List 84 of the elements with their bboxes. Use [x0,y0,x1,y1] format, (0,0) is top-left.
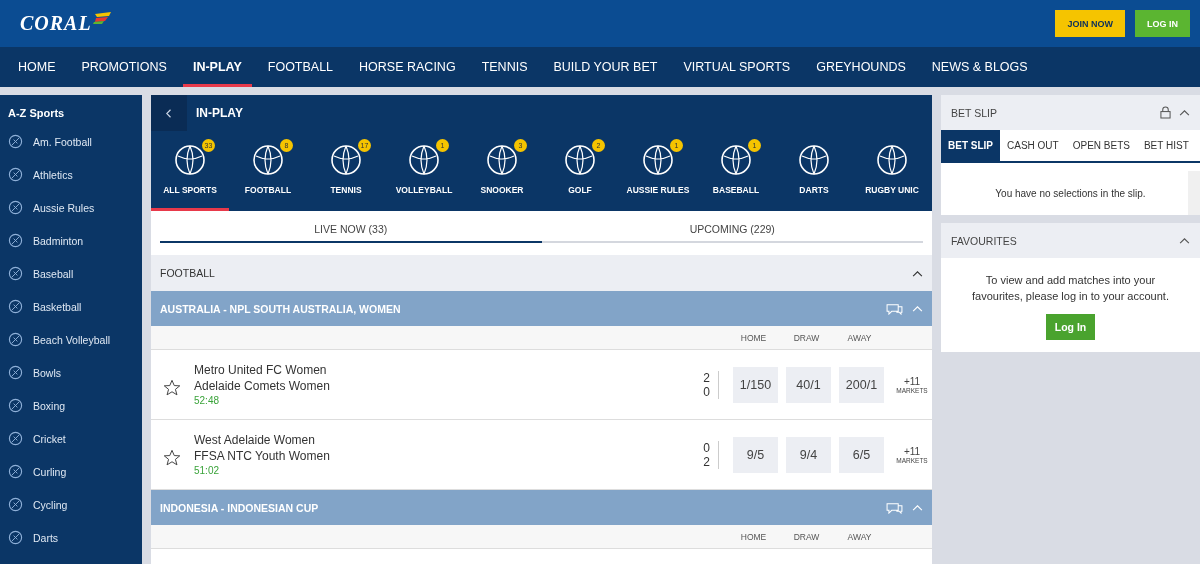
bet-slip-tab[interactable]: OPEN BETS [1065,130,1137,161]
odds-button[interactable]: 40/1 [786,366,831,403]
nav-link[interactable]: IN-PLAY [182,47,252,87]
ball-icon [485,143,519,177]
column-header: AWAY [846,531,873,542]
odds-button[interactable]: 9/5 [733,436,778,473]
nav-link[interactable]: HORSE RACING [349,47,466,87]
sidebar-item[interactable]: Am. Football [0,125,142,158]
ball-icon [875,143,909,177]
scrollbar[interactable] [1188,171,1200,215]
sidebar-item[interactable]: Badminton [0,224,142,257]
sidebar-item[interactable]: Aussie Rules [0,191,142,224]
sport-tab[interactable]: DARTS [775,131,853,211]
column-header: DRAW [792,531,821,542]
odds-button[interactable]: 1/150 [733,366,778,403]
nav-link[interactable]: FOOTBALL [257,47,344,87]
list-tab[interactable]: LIVE NOW (33) [160,219,542,243]
join-now-button[interactable]: JOIN NOW [1055,10,1125,37]
ball-icon [407,143,441,177]
team-name[interactable]: FFSA NTC Youth Women [194,449,704,463]
nav-link[interactable]: BUILD YOUR BET [543,47,668,87]
odds-button[interactable]: 200/1 [839,366,884,403]
ball-icon [251,143,285,177]
league-title: INDONESIA - INDONESIAN CUP [160,501,319,514]
nav-link[interactable]: PROMOTIONS [71,47,177,87]
sidebar-item[interactable]: Baseball [0,257,142,290]
score: 2 [703,370,710,385]
nav-link[interactable]: HOME [8,47,66,87]
collapse-icon[interactable] [1179,237,1190,244]
sidebar-item[interactable]: Bowls [0,356,142,389]
sidebar-item[interactable]: Basketball [0,290,142,323]
nav-link[interactable]: GREYHOUNDS [806,47,916,87]
bet-slip-tab[interactable]: BET HIST [1136,130,1196,161]
star-icon[interactable] [163,448,181,467]
score: 2 [703,454,710,469]
odds-button[interactable]: 9/4 [786,436,831,473]
coral-logo[interactable]: CORAL [20,12,113,35]
favourites-message: To view and add matches into your favourites, please log in to your account. [971,273,1170,304]
league-title: AUSTRALIA - NPL SOUTH AUSTRALIA, WOMEN [160,302,401,315]
lock-icon[interactable] [1160,106,1171,119]
sidebar-item[interactable]: Darts [0,521,142,554]
sidebar-item[interactable]: Cycling [0,488,142,521]
star-icon[interactable] [163,378,181,397]
match-time: 52:48 [194,395,221,406]
ball-icon [719,143,753,177]
nav-link[interactable]: NEWS & BLOGS [921,47,1038,87]
markets-count[interactable]: +11 [903,375,921,387]
sidebar-title: A-Z Sports [7,106,66,121]
sidebar-item[interactable]: Athletics [0,158,142,191]
sidebar-item[interactable]: Boxing [0,389,142,422]
nav-link[interactable]: VIRTUAL SPORTS [673,47,801,87]
list-tab[interactable]: UPCOMING (229) [541,219,923,243]
column-header: DRAW [792,332,821,343]
sport-tab[interactable]: RUGBY UNIC [853,131,931,211]
column-header: HOME [739,332,768,343]
odds-button[interactable]: 6/5 [839,436,884,473]
sidebar-item[interactable]: Cricket [0,422,142,455]
ball-icon [563,143,597,177]
ball-icon [797,143,831,177]
match-time: 51:02 [194,465,221,476]
nav-link[interactable]: TENNIS [471,47,538,87]
bet-slip-tab[interactable]: BET SLIP [941,130,1000,161]
collapse-icon[interactable] [1179,109,1190,116]
ball-icon [641,143,675,177]
bet-slip-tab[interactable]: CASH OUT [1000,130,1066,161]
chevron-left-icon [166,108,172,118]
score: 0 [703,440,710,455]
panel-title: BET SLIP [951,106,997,119]
section-title: FOOTBALL [160,267,215,279]
collapse-icon[interactable] [912,269,923,277]
team-name[interactable]: West Adelaide Women [194,433,704,447]
team-name[interactable]: Adelaide Comets Women [194,379,704,393]
ball-icon [329,143,363,177]
empty-message: You have no selections in the slip. [995,187,1146,199]
sidebar-item[interactable]: Curling [0,455,142,488]
panel-title: FAVOURITES [951,234,1017,247]
column-header: AWAY [846,332,873,343]
ball-icon [173,143,207,177]
sidebar-item[interactable]: Beach Volleyball [0,323,142,356]
column-header: HOME [739,531,768,542]
team-name[interactable]: Metro United FC Women [194,363,704,377]
score: 0 [703,384,710,399]
markets-count[interactable]: +11 [903,445,921,457]
page-title: IN-PLAY [196,106,243,120]
